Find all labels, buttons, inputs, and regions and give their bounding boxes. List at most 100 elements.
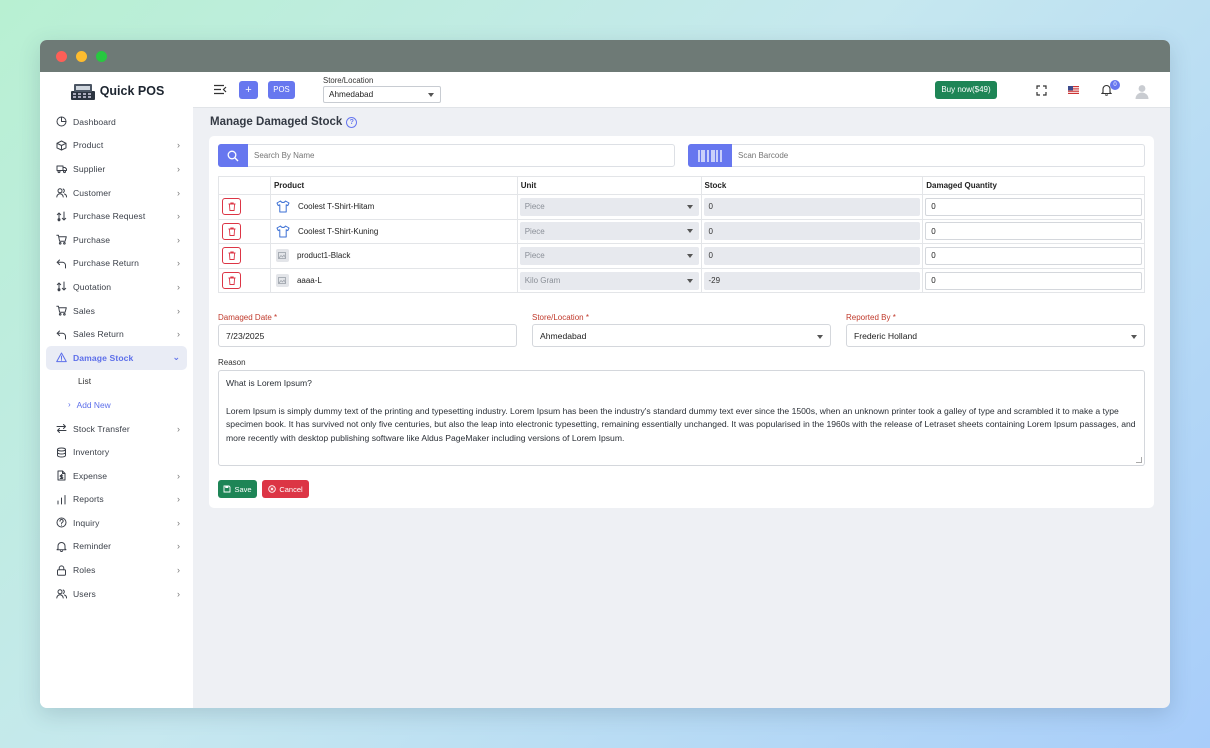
store-location-select[interactable]: Ahmedabad — [323, 86, 441, 103]
product-cell: Coolest T-Shirt-Kuning — [269, 218, 518, 245]
sidebar-item-label: Sales Return — [73, 329, 124, 340]
sidebar-item-label: Purchase Return — [73, 258, 139, 269]
user-avatar[interactable] — [1134, 83, 1150, 99]
sidebar-subitem-add-new[interactable]: › Add New — [46, 393, 187, 417]
stock-field: 0 — [703, 246, 921, 265]
barcode-button[interactable] — [688, 144, 732, 167]
delete-row-button[interactable] — [222, 198, 241, 216]
cube-icon — [56, 140, 67, 151]
damaged-quantity-input[interactable]: 0 — [925, 246, 1142, 265]
sidebar-item-label: Customer — [73, 187, 112, 198]
us-flag-icon[interactable] — [1068, 86, 1079, 94]
chevron-right-icon: › — [177, 423, 180, 434]
sidebar-subitem-label: Add New — [76, 399, 111, 410]
reason-heading: What is Lorem Ipsum? — [226, 378, 312, 388]
damaged-date-value: 7/23/2025 — [226, 330, 265, 341]
sidebar-item-purchase-request[interactable]: Purchase Request › — [46, 204, 187, 228]
chevron-down-icon — [686, 278, 693, 283]
sidebar-item-inventory[interactable]: Inventory — [46, 440, 187, 464]
reported-by-select[interactable]: Frederic Holland — [846, 324, 1145, 347]
help-icon[interactable]: ? — [346, 116, 358, 128]
fullscreen-icon[interactable] — [1036, 85, 1047, 96]
menu-toggle-icon[interactable] — [213, 84, 227, 95]
search-by-name-input[interactable] — [248, 151, 674, 160]
th-unit: Unit — [516, 176, 702, 195]
damaged-quantity-input[interactable]: 0 — [925, 197, 1142, 216]
damaged-quantity-input[interactable]: 0 — [925, 222, 1142, 241]
search-button[interactable] — [218, 144, 248, 167]
stock-value: -29 — [708, 276, 721, 286]
unit-value: Piece — [524, 202, 545, 212]
quick-add-button[interactable]: + — [239, 81, 258, 99]
sidebar-item-purchase-return[interactable]: Purchase Return › — [46, 252, 187, 276]
chevron-right-icon: › — [177, 588, 180, 599]
delete-row-button[interactable] — [222, 222, 241, 240]
sidebar-item-label: Sales — [73, 305, 95, 316]
sidebar-item-product[interactable]: Product › — [46, 134, 187, 158]
sidebar-item-customer[interactable]: Customer › — [46, 181, 187, 205]
minimize-window-button[interactable] — [76, 51, 87, 62]
chevron-right-icon: › — [177, 470, 180, 481]
trash-icon — [228, 202, 235, 212]
cancel-label: Cancel — [279, 484, 303, 494]
store-location-field-label: Store/Location * — [532, 313, 589, 322]
sidebar-item-expense[interactable]: Expense › — [46, 464, 187, 488]
app-window: Quick POS Dashboard Product › Supplier › Cust… — [40, 40, 1170, 708]
resize-handle[interactable] — [1136, 457, 1142, 463]
sidebar-item-inquiry[interactable]: Inquiry › — [46, 511, 187, 535]
sidebar-item-label: Inventory — [73, 447, 110, 458]
sidebar-item-damage-stock[interactable]: Damage Stock ⌄ — [46, 345, 187, 370]
exchange-icon — [56, 211, 67, 222]
return-icon — [56, 259, 66, 269]
close-window-button[interactable] — [56, 51, 67, 62]
damaged-quantity-value: 0 — [931, 202, 936, 212]
delete-row-button[interactable] — [222, 272, 241, 290]
sidebar-item-reminder[interactable]: Reminder › — [46, 535, 187, 559]
store-location-field-select[interactable]: Ahmedabad — [532, 324, 831, 347]
sidebar-subitem-list[interactable]: List — [46, 370, 187, 394]
sidebar-item-users[interactable]: Users › — [46, 582, 187, 606]
stock-cell: 0 — [700, 243, 924, 269]
app-logo[interactable]: Quick POS — [40, 72, 193, 110]
damaged-quantity-cell: 0 — [922, 218, 1145, 245]
sidebar-item-quotation[interactable]: Quotation › — [46, 275, 187, 299]
sidebar-item-supplier[interactable]: Supplier › — [46, 157, 187, 181]
sidebar-item-purchase[interactable]: Purchase › — [46, 228, 187, 252]
sidebar-item-sales[interactable]: Sales › — [46, 299, 187, 323]
cart-icon — [56, 234, 67, 245]
table-row: Coolest T-Shirt-Kuning Piece 0 0 — [218, 218, 1145, 245]
sidebar-item-roles[interactable]: Roles › — [46, 558, 187, 582]
damaged-quantity-value: 0 — [931, 226, 936, 236]
maximize-window-button[interactable] — [96, 51, 107, 62]
reported-by-label: Reported By * — [846, 313, 896, 322]
delete-row-button[interactable] — [222, 247, 241, 265]
save-button[interactable]: Save — [218, 480, 257, 498]
barcode-icon — [698, 149, 722, 162]
pos-button[interactable]: POS — [268, 81, 295, 99]
product-name: Coolest T-Shirt-Kuning — [297, 226, 379, 236]
sidebar-item-dashboard[interactable]: Dashboard — [46, 110, 187, 134]
unit-select: Piece — [519, 222, 699, 241]
row-actions-cell — [218, 218, 271, 245]
chevron-down-icon — [817, 335, 823, 339]
sidebar-item-sales-return[interactable]: Sales Return › — [46, 322, 187, 346]
buy-now-button[interactable]: Buy now($49) — [935, 81, 997, 99]
sidebar-item-label: Dashboard — [73, 116, 116, 127]
cancel-button[interactable]: Cancel — [262, 480, 309, 498]
cancel-icon — [268, 485, 277, 493]
save-label: Save — [234, 484, 252, 494]
damaged-quantity-value: 0 — [931, 251, 936, 261]
damaged-quantity-input[interactable]: 0 — [925, 271, 1142, 290]
unit-select: Piece — [519, 246, 699, 265]
damaged-date-input[interactable]: 7/23/2025 — [218, 324, 517, 347]
dashboard-icon — [56, 116, 67, 127]
sidebar-item-reports[interactable]: Reports › — [46, 488, 187, 512]
chevron-right-icon: › — [177, 140, 180, 151]
reason-body: Lorem Ipsum is simply dummy text of the … — [226, 405, 1136, 444]
scan-barcode-input[interactable] — [732, 151, 1144, 160]
chevron-right-icon: › — [177, 541, 180, 552]
product-cell: Coolest T-Shirt-Hitam — [269, 194, 518, 220]
product-name: product1-Black — [296, 251, 351, 261]
reason-textarea[interactable]: What is Lorem Ipsum? Lorem Ipsum is simp… — [218, 370, 1145, 466]
sidebar-item-stock-transfer[interactable]: Stock Transfer › — [46, 417, 187, 441]
